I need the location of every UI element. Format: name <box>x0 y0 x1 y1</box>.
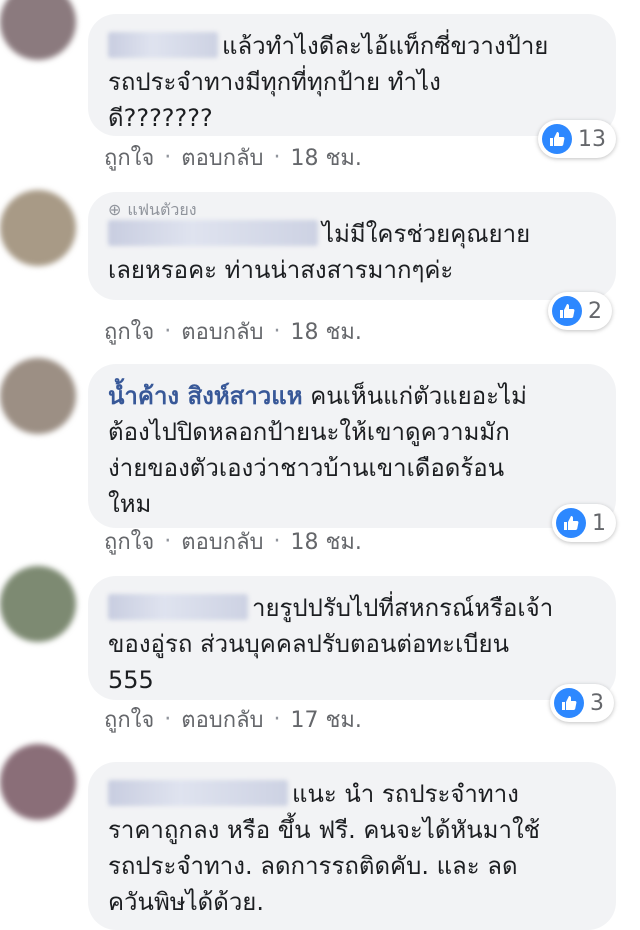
blurred-author-name <box>108 780 288 806</box>
reaction-count: 1 <box>592 510 606 536</box>
avatar[interactable] <box>0 190 76 266</box>
comment-bubble: น้ำค้าง สิงห์สาวแห คนเห็นแก่ตัวแยอะไม่ ต… <box>88 364 616 528</box>
reaction-summary[interactable]: 1 <box>552 504 616 542</box>
separator: · <box>164 529 172 554</box>
reply-link[interactable]: ตอบกลับ <box>181 314 263 349</box>
separator: · <box>164 145 172 170</box>
reply-link[interactable]: ตอบกลับ <box>181 140 263 175</box>
separator: · <box>273 145 281 170</box>
reaction-summary[interactable]: 3 <box>550 684 614 722</box>
thumbs-up-icon <box>542 124 572 154</box>
comment-bubble: แนะ นำ รถประจำทาง ราคาถูกลง หรือ ขึ้น ฟร… <box>88 762 616 930</box>
blurred-author-name <box>108 594 248 620</box>
thumbs-up-icon <box>554 688 584 718</box>
comment-bubble: แล้วทำไงดีละไอ้แท็กซี่ขวางป้าย รถประจำทา… <box>88 14 616 136</box>
timestamp[interactable]: 17 ชม. <box>291 702 362 737</box>
reply-link[interactable]: ตอบกลับ <box>181 702 263 737</box>
timestamp[interactable]: 18 ชม. <box>291 140 362 175</box>
blurred-author-name <box>108 220 318 246</box>
comment-bubble: ⊕ แฟนตัวยง ไม่มีใครช่วยคุณยาย เลยหรอคะ ท่… <box>88 192 616 300</box>
timestamp[interactable]: 18 ชม. <box>291 524 362 559</box>
comment-actions: ถูกใจ · ตอบกลับ · 18 ชม. <box>104 314 362 349</box>
reaction-summary[interactable]: 2 <box>548 292 612 330</box>
reaction-summary[interactable]: 13 <box>538 120 616 158</box>
comment-bubble: ายรูปปรับไปที่สหกรณ์หรือเจ้า ของอู่รถ ส่… <box>88 576 616 700</box>
avatar[interactable] <box>0 358 76 434</box>
reaction-count: 13 <box>578 126 606 152</box>
like-link[interactable]: ถูกใจ <box>104 524 154 559</box>
thumbs-up-icon <box>552 296 582 326</box>
avatar[interactable] <box>0 566 76 642</box>
comment-actions: ถูกใจ · ตอบกลับ · 17 ชม. <box>104 702 362 737</box>
separator: · <box>164 707 172 732</box>
timestamp[interactable]: 18 ชม. <box>291 314 362 349</box>
separator: · <box>273 529 281 554</box>
comment-actions: ถูกใจ · ตอบกลับ · 18 ชม. <box>104 524 362 559</box>
separator: · <box>273 707 281 732</box>
reply-link[interactable]: ตอบกลับ <box>181 524 263 559</box>
separator: · <box>164 319 172 344</box>
blurred-author-name <box>108 32 218 58</box>
thumbs-up-icon <box>556 508 586 538</box>
like-link[interactable]: ถูกใจ <box>104 702 154 737</box>
like-link[interactable]: ถูกใจ <box>104 314 154 349</box>
comment-actions: ถูกใจ · ตอบกลับ · 18 ชม. <box>104 140 362 175</box>
like-link[interactable]: ถูกใจ <box>104 140 154 175</box>
avatar[interactable] <box>0 0 76 60</box>
reaction-count: 2 <box>588 298 602 324</box>
author-name[interactable]: น้ำค้าง สิงห์สาวแห <box>108 382 303 410</box>
reaction-count: 3 <box>590 690 604 716</box>
avatar[interactable] <box>0 744 76 820</box>
separator: · <box>273 319 281 344</box>
